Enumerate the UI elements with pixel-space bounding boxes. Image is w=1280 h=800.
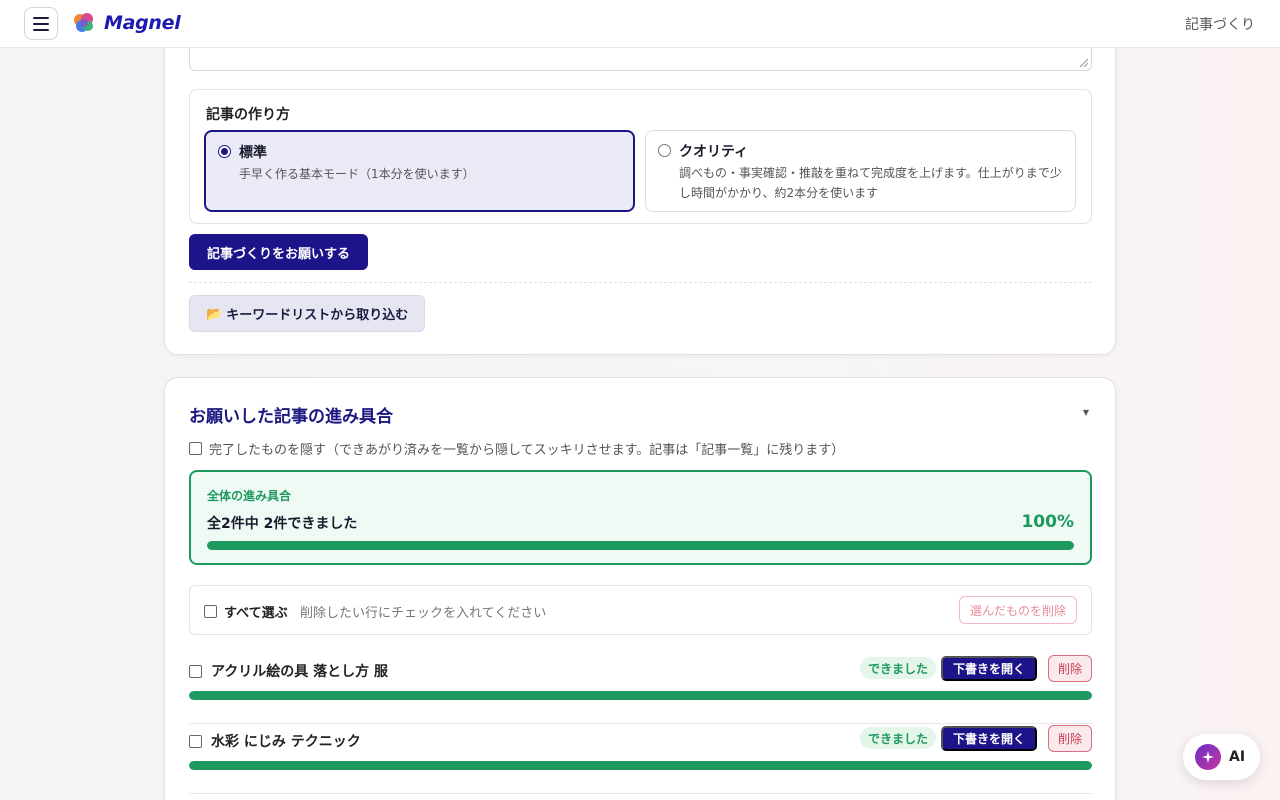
overall-progress-count: 全2件中 2件できました — [207, 516, 358, 532]
brand-name: Magnel — [104, 12, 181, 34]
item-progress-fill — [189, 691, 1092, 700]
progress-title: お願いした記事の進み具合 — [189, 407, 393, 427]
option-standard[interactable]: 標準 手早く作る基本モード（1本分を使います） — [204, 130, 635, 212]
open-draft-button[interactable]: 下書きを開く — [940, 656, 1037, 681]
item-progress-fill — [189, 761, 1092, 770]
radio-standard[interactable] — [218, 145, 231, 158]
select-all-toggle[interactable]: すべて選ぶ — [204, 602, 288, 621]
top-header: Magnel 記事づくり — [0, 0, 1280, 48]
item-select-toggle[interactable]: アクリル絵の具 落とし方 服 — [189, 661, 388, 681]
sparkle-icon — [1195, 744, 1221, 770]
option-standard-title: 標準 — [239, 145, 267, 161]
hamburger-menu-button[interactable] — [24, 7, 58, 40]
overall-progress-bar — [207, 541, 1074, 550]
open-draft-button[interactable]: 下書きを開く — [940, 726, 1037, 751]
brain-logo-icon — [74, 13, 93, 32]
bulk-select-bar: すべて選ぶ 削除したい行にチェックを入れてください 選んだものを削除 — [189, 585, 1092, 635]
delete-selected-button[interactable]: 選んだものを削除 — [958, 596, 1077, 624]
brand-logo[interactable]: Magnel — [72, 11, 181, 35]
delete-item-button[interactable]: 削除 — [1047, 725, 1092, 752]
item-checkbox[interactable] — [189, 664, 202, 678]
option-quality-desc: 調べもの・事実確認・推敲を重ねて完成度を上げます。仕上がりまで少し時間がかかり、… — [679, 166, 1062, 200]
collapse-triangle-icon[interactable]: ▼ — [1083, 408, 1089, 417]
resize-grip-icon[interactable] — [1080, 59, 1088, 67]
sparkle-glyph-icon — [1202, 751, 1214, 763]
option-standard-desc: 手早く作る基本モード（1本分を使います） — [239, 167, 475, 181]
radio-quality[interactable] — [658, 144, 671, 157]
item-title: 水彩 にじみ テクニック — [211, 734, 361, 750]
delete-item-button[interactable]: 削除 — [1047, 655, 1092, 682]
option-quality-title: クオリティ — [679, 144, 749, 160]
item-select-toggle[interactable]: 水彩 にじみ テクニック — [189, 731, 361, 751]
menu-icon-line — [33, 22, 49, 25]
overall-progress-label: 全体の進み具合 — [207, 489, 292, 503]
ai-assistant-button[interactable]: AI — [1183, 734, 1260, 780]
item-title: アクリル絵の具 落とし方 服 — [211, 664, 389, 680]
item-checkbox[interactable] — [189, 734, 202, 748]
item-progress-bar — [189, 691, 1092, 700]
overall-progress-box: 全体の進み具合 全2件中 2件できました 100% — [189, 470, 1092, 565]
menu-icon-line — [33, 16, 49, 19]
select-hint: 削除したい行にチェックを入れてください — [300, 606, 547, 621]
hide-completed-label: 完了したものを隠す（できあがり済みを一覧から隠してスッキリさせます。記事は「記事… — [209, 443, 845, 458]
progress-card: お願いした記事の進み具合 ▼ 完了したものを隠す（できあがり済みを一覧から隠して… — [164, 377, 1116, 800]
ai-label: AI — [1229, 749, 1246, 765]
hide-completed-checkbox[interactable] — [189, 442, 202, 455]
request-article-button[interactable]: 記事づくりをお願いする — [189, 234, 369, 270]
select-all-label: すべて選ぶ — [224, 606, 288, 621]
menu-icon-line — [33, 28, 49, 31]
select-all-checkbox[interactable] — [204, 605, 217, 618]
header-nav-article-creation[interactable]: 記事づくり — [1185, 14, 1255, 34]
folder-icon: 📂 — [206, 305, 223, 321]
status-badge: できました — [859, 727, 936, 749]
status-badge: できました — [859, 657, 936, 679]
import-keyword-list-button[interactable]: 📂 キーワードリストから取り込む — [189, 295, 426, 332]
method-title: 記事の作り方 — [206, 107, 290, 123]
import-label: キーワードリストから取り込む — [226, 307, 409, 322]
method-selector: 記事の作り方 標準 手早く作る基本モード（1本分を使います） クオリティ 調べも… — [189, 89, 1092, 224]
overall-progress-fill — [207, 541, 1074, 550]
item-progress-bar — [189, 761, 1092, 770]
list-item: アクリル絵の具 落とし方 服 できました 下書きを開く 削除 — [189, 654, 1092, 724]
divider — [189, 282, 1092, 283]
overall-progress-percent: 100% — [1021, 512, 1074, 532]
option-quality[interactable]: クオリティ 調べもの・事実確認・推敲を重ねて完成度を上げます。仕上がりまで少し時… — [645, 130, 1076, 212]
article-request-card: 記事の作り方 標準 手早く作る基本モード（1本分を使います） クオリティ 調べも… — [164, 0, 1116, 355]
hide-completed-toggle[interactable]: 完了したものを隠す（できあがり済みを一覧から隠してスッキリさせます。記事は「記事… — [189, 439, 844, 458]
list-item: 水彩 にじみ テクニック できました 下書きを開く 削除 — [189, 724, 1092, 794]
